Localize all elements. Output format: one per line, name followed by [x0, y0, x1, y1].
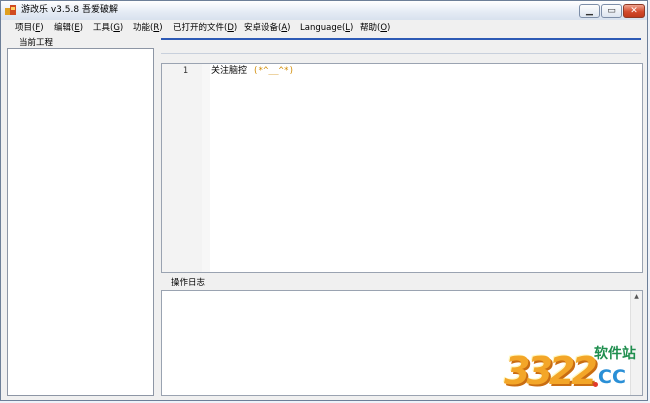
menu-project[interactable]: 项目(F)	[15, 23, 44, 34]
watermark-chinese: 软件站	[594, 346, 636, 362]
menu-opened-files[interactable]: 已打开的文件(D)	[173, 23, 237, 34]
scroll-up-icon[interactable]: ▲	[632, 292, 641, 301]
menu-android-device[interactable]: 安卓设备(A)	[244, 23, 290, 34]
code-line[interactable]: 关注脑控 (*^__^*)	[211, 66, 294, 77]
menu-tools[interactable]: 工具(G)	[93, 23, 123, 34]
menu-language[interactable]: Language(L)	[300, 23, 353, 34]
minimize-icon: ▁	[586, 6, 593, 16]
fold-margin	[202, 64, 210, 272]
menu-bar: 项目(F) 编辑(E) 工具(G) 功能(R) 已打开的文件(D) 安卓设备(A…	[1, 20, 647, 37]
code-editor[interactable]: 1 关注脑控 (*^__^*)	[161, 63, 643, 273]
menu-functions[interactable]: 功能(R)	[133, 23, 163, 34]
watermark-number: 3322	[504, 349, 598, 393]
tab-strip-divider	[161, 53, 641, 54]
maximize-icon: ▭	[607, 6, 616, 16]
app-icon	[5, 5, 16, 15]
window-title: 游改乐 v3.5.8 吾爱破解	[21, 5, 118, 15]
code-text: 关注脑控	[211, 66, 248, 76]
watermark-logo: 3322 软件站 CC	[498, 340, 646, 400]
menu-edit[interactable]: 编辑(E)	[54, 23, 83, 34]
code-emoticon: (*^__^*)	[253, 66, 294, 76]
title-bar[interactable]: 游改乐 v3.5.8 吾爱破解 ▁ ▭ ✕	[1, 1, 647, 21]
menu-help[interactable]: 帮助(O)	[360, 23, 390, 34]
tab-strip-accent	[161, 38, 641, 40]
close-icon: ✕	[630, 6, 638, 16]
maximize-button[interactable]: ▭	[601, 4, 622, 18]
line-number: 1	[182, 66, 188, 76]
project-tree-panel[interactable]	[7, 48, 154, 396]
line-number-gutter: 1	[162, 64, 202, 272]
close-button[interactable]: ✕	[623, 4, 645, 18]
minimize-button[interactable]: ▁	[579, 4, 600, 18]
log-title: 操作日志	[171, 278, 206, 288]
watermark-domain: CC	[598, 366, 626, 388]
